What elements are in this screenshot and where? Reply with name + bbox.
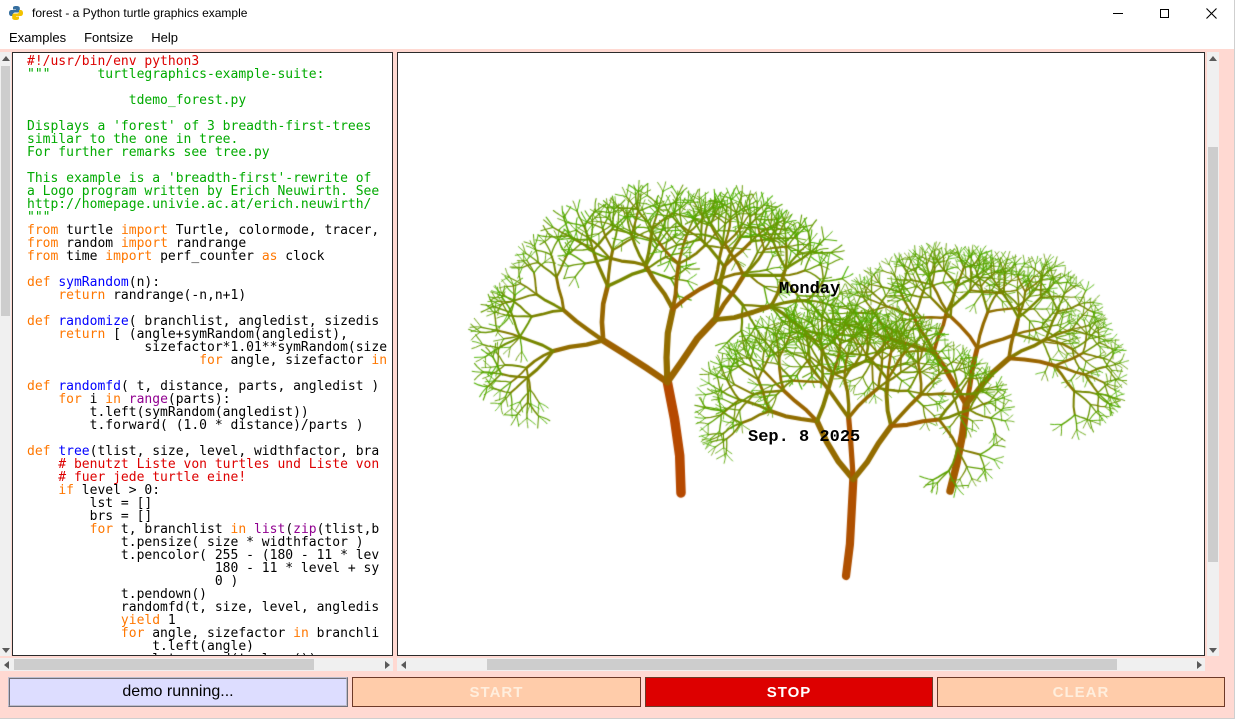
- stop-button[interactable]: STOP: [645, 677, 933, 707]
- maximize-button[interactable]: [1141, 0, 1188, 26]
- python-logo-icon: [8, 5, 24, 21]
- scroll-left-icon: [0, 661, 9, 669]
- scroll-down-button[interactable]: [1207, 644, 1219, 656]
- scroll-right-button[interactable]: [1193, 658, 1205, 671]
- menu-examples[interactable]: Examples: [0, 28, 75, 47]
- close-icon: [1206, 8, 1217, 19]
- scroll-up-button[interactable]: [1207, 52, 1219, 64]
- code-line: lst.append(t.clone()): [27, 653, 392, 655]
- code-line: return randrange(-n,n+1): [27, 289, 392, 302]
- scroll-right-button[interactable]: [381, 658, 393, 671]
- status-label: demo running...: [8, 677, 348, 707]
- code-vertical-scrollbar[interactable]: [0, 52, 11, 656]
- menu-bar: Examples Fontsize Help: [0, 26, 1235, 49]
- canvas-text-label: Monday: [779, 280, 840, 299]
- title-bar: forest - a Python turtle graphics exampl…: [0, 0, 1235, 26]
- window-controls: [1094, 0, 1235, 26]
- start-button[interactable]: START: [352, 677, 641, 707]
- code-text: #!/usr/bin/env python3""" turtlegraphics…: [27, 55, 392, 655]
- code-line: tdemo_forest.py: [27, 94, 392, 107]
- app-window: forest - a Python turtle graphics exampl…: [0, 0, 1235, 719]
- window-title: forest - a Python turtle graphics exampl…: [32, 6, 247, 20]
- canvas-hscroll-thumb[interactable]: [487, 659, 1117, 670]
- canvas-vertical-scrollbar[interactable]: [1207, 52, 1219, 656]
- code-line: for angle, sizefactor in: [27, 354, 392, 367]
- canvas-vscroll-thumb[interactable]: [1208, 147, 1218, 562]
- code-line: http://homepage.univie.ac.at/erich.neuwi…: [27, 198, 392, 211]
- code-horizontal-scrollbar[interactable]: [0, 658, 393, 671]
- minimize-button[interactable]: [1094, 0, 1141, 26]
- scroll-down-icon: [1209, 648, 1217, 657]
- canvas-text-label: Sep. 8 2025: [748, 428, 860, 447]
- scroll-left-icon: [397, 661, 406, 669]
- scroll-right-icon: [385, 661, 394, 669]
- scroll-left-button[interactable]: [0, 658, 12, 671]
- scroll-right-icon: [1197, 661, 1206, 669]
- code-line: from time import perf_counter as clock: [27, 250, 392, 263]
- forest-drawing: [398, 53, 1204, 655]
- canvas-horizontal-scrollbar[interactable]: [397, 658, 1205, 671]
- scroll-up-icon: [1209, 52, 1217, 61]
- scroll-down-icon: [2, 648, 10, 657]
- maximize-icon: [1160, 9, 1169, 18]
- clear-button[interactable]: CLEAR: [937, 677, 1225, 707]
- scroll-up-icon: [2, 52, 10, 61]
- code-line: For further remarks see tree.py: [27, 146, 392, 159]
- menu-fontsize[interactable]: Fontsize: [75, 28, 142, 47]
- minimize-icon: [1113, 13, 1123, 14]
- scroll-down-button[interactable]: [0, 644, 11, 656]
- code-vscroll-thumb[interactable]: [1, 66, 10, 316]
- close-button[interactable]: [1188, 0, 1235, 26]
- code-line: t.forward( (1.0 * distance)/parts ): [27, 419, 392, 432]
- turtle-canvas[interactable]: Monday Sep. 8 2025: [397, 52, 1205, 656]
- code-viewer[interactable]: #!/usr/bin/env python3""" turtlegraphics…: [12, 52, 393, 656]
- code-hscroll-thumb[interactable]: [14, 659, 314, 670]
- code-line: """ turtlegraphics-example-suite:: [27, 68, 392, 81]
- scroll-up-button[interactable]: [0, 52, 11, 64]
- scroll-left-button[interactable]: [397, 658, 409, 671]
- menu-help[interactable]: Help: [142, 28, 187, 47]
